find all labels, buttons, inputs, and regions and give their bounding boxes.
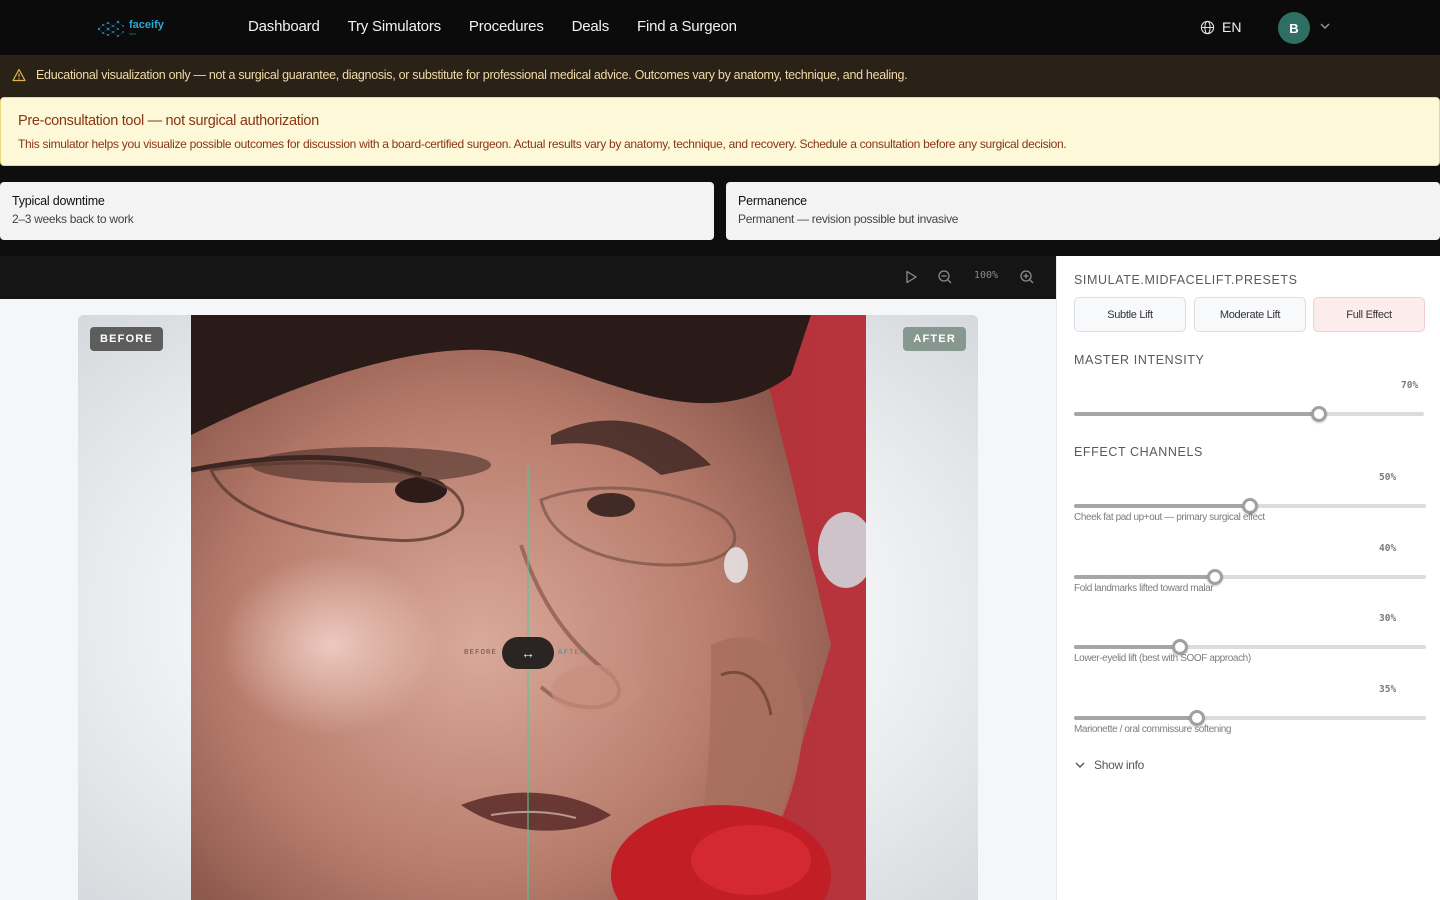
slider-fill: [1074, 412, 1319, 416]
warning-triangle-icon: [12, 68, 26, 82]
master-intensity-heading: MASTER INTENSITY: [1074, 353, 1205, 367]
controls-panel: SIMULATE.MIDFACELIFT.PRESETS Subtle Lift…: [1056, 256, 1440, 900]
master-intensity-slider[interactable]: [1074, 406, 1424, 422]
slider-fill: [1074, 575, 1215, 579]
comparison-divider[interactable]: [527, 465, 529, 900]
slider-fill: [1074, 716, 1198, 720]
globe-icon: [1200, 20, 1215, 34]
channel-eyelid-value: 30%: [1379, 613, 1397, 624]
top-navigation: faceify labs Dashboard Try Simulators Pr…: [0, 0, 1440, 55]
brand-logo[interactable]: faceify labs: [96, 16, 176, 40]
zoom-out-icon[interactable]: [937, 269, 953, 285]
channel-cheek-label: Cheek fat pad up+out — primary surgical …: [1074, 512, 1265, 523]
drag-arrows-icon: ↔: [521, 645, 535, 661]
channel-eyelid-slider[interactable]: [1074, 639, 1426, 655]
downtime-title: Typical downtime: [12, 194, 105, 208]
preconsultation-body: This simulator helps you visualize possi…: [18, 137, 1067, 151]
language-label: EN: [1222, 19, 1242, 35]
downtime-value: 2–3 weeks back to work: [12, 212, 134, 226]
zoom-level: 100%: [974, 270, 999, 281]
nav-deals[interactable]: Deals: [572, 18, 610, 35]
preset-full-effect[interactable]: Full Effect: [1313, 297, 1425, 332]
avatar[interactable]: B: [1278, 12, 1310, 44]
disclaimer-bar: Educational visualization only — not a s…: [0, 55, 1440, 97]
slider-thumb[interactable]: [1311, 406, 1327, 422]
zoom-in-icon[interactable]: [1019, 269, 1035, 285]
show-info-label: Show info: [1094, 758, 1144, 772]
comparison-canvas[interactable]: BEFORE AFTER BEFORE ↔ AFTER: [78, 315, 978, 900]
preconsultation-title: Pre-consultation tool — not surgical aut…: [18, 113, 319, 129]
disclaimer-text: Educational visualization only — not a s…: [36, 68, 908, 82]
channel-fold-label: Fold landmarks lifted toward malar: [1074, 583, 1214, 594]
nav-dashboard[interactable]: Dashboard: [248, 18, 320, 35]
nav-procedures[interactable]: Procedures: [469, 18, 544, 35]
channel-cheek-value: 50%: [1379, 472, 1397, 483]
viewer-toolbar: 100%: [0, 256, 1056, 299]
preconsultation-banner: Pre-consultation tool — not surgical aut…: [0, 97, 1440, 166]
channel-eyelid-label: Lower-eyelid lift (best with SOOF approa…: [1074, 653, 1251, 664]
channel-fold-value: 40%: [1379, 543, 1397, 554]
main-nav: Dashboard Try Simulators Procedures Deal…: [248, 18, 737, 35]
play-icon[interactable]: [903, 269, 919, 285]
brand-subtitle: labs: [129, 31, 137, 36]
master-intensity-value: 70%: [1401, 380, 1419, 391]
divider-handle[interactable]: ↔: [502, 637, 554, 669]
channel-marionette-slider[interactable]: [1074, 710, 1426, 726]
permanence-title: Permanence: [738, 194, 807, 208]
slider-fill: [1074, 504, 1250, 508]
preset-moderate-lift[interactable]: Moderate Lift: [1194, 297, 1306, 332]
channel-marionette-value: 35%: [1379, 684, 1397, 695]
brand-name: faceify: [129, 19, 164, 31]
channel-marionette-label: Marionette / oral commissure softening: [1074, 724, 1232, 735]
permanence-value: Permanent — revision possible but invasi…: [738, 212, 959, 226]
language-selector[interactable]: EN: [1200, 19, 1241, 35]
after-tag: AFTER: [903, 327, 966, 351]
slider-fill: [1074, 645, 1180, 649]
before-tag: BEFORE: [90, 327, 164, 351]
channel-cheek-slider[interactable]: [1074, 498, 1426, 514]
chevron-down-icon[interactable]: [1319, 20, 1331, 32]
divider-before-label: BEFORE: [464, 649, 498, 657]
divider-after-label: AFTER: [558, 649, 586, 657]
logo-mark-icon: [97, 20, 124, 37]
presets-heading: SIMULATE.MIDFACELIFT.PRESETS: [1074, 273, 1298, 287]
chevron-down-icon: [1075, 762, 1085, 768]
downtime-card: Typical downtime 2–3 weeks back to work: [0, 182, 714, 240]
comparison-viewer: BEFORE AFTER BEFORE ↔ AFTER: [0, 299, 1056, 900]
nav-try-simulators[interactable]: Try Simulators: [348, 18, 442, 35]
effect-channels-heading: EFFECT CHANNELS: [1074, 445, 1203, 459]
channel-fold-slider[interactable]: [1074, 569, 1426, 585]
nav-find-a-surgeon[interactable]: Find a Surgeon: [637, 18, 737, 35]
permanence-card: Permanence Permanent — revision possible…: [726, 182, 1440, 240]
preset-subtle-lift[interactable]: Subtle Lift: [1074, 297, 1186, 332]
show-info-toggle[interactable]: Show info: [1074, 758, 1144, 772]
